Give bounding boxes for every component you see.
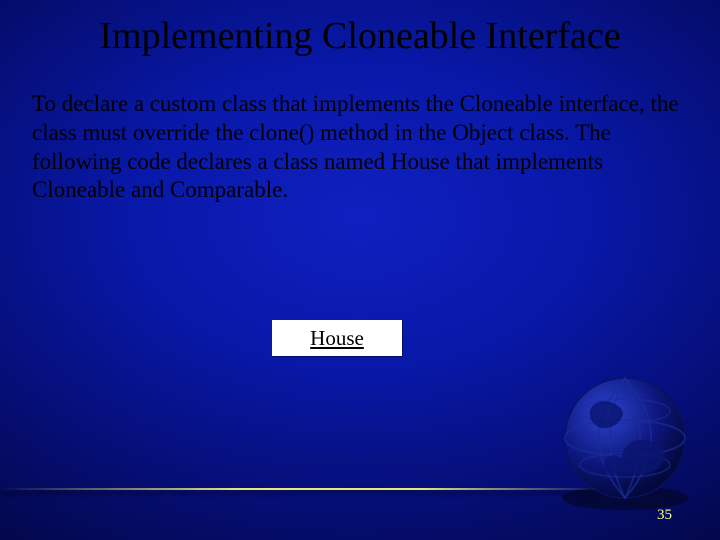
slide: Implementing Cloneable Interface To decl… bbox=[0, 0, 720, 540]
house-link-label: House bbox=[310, 326, 364, 351]
house-link-button[interactable]: House bbox=[272, 320, 402, 356]
slide-body-text: To declare a custom class that implement… bbox=[32, 90, 688, 205]
globe-icon bbox=[550, 366, 700, 516]
divider-line bbox=[0, 488, 600, 490]
slide-title: Implementing Cloneable Interface bbox=[0, 14, 720, 58]
page-number: 35 bbox=[657, 507, 672, 524]
